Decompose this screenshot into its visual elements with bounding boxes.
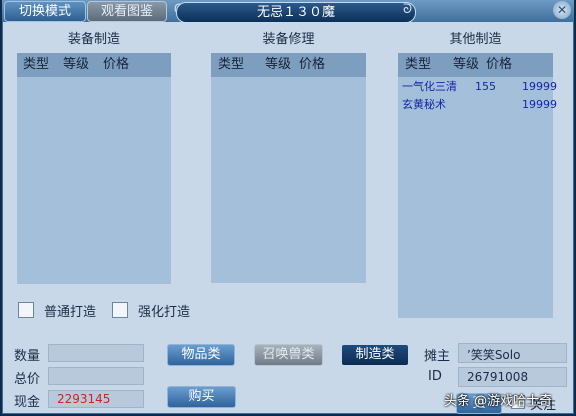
column-level: 等级: [265, 57, 292, 72]
repair-list[interactable]: 类型 等级 价格: [211, 53, 366, 283]
item-level: 155: [475, 80, 496, 93]
item-name: 玄黄秘术: [402, 98, 446, 111]
owner-name: ’笑笑Solo: [467, 348, 521, 362]
cash-value: 2293145: [57, 392, 111, 406]
list-item[interactable]: 玄黄秘术 19999: [398, 96, 557, 114]
item-price: 19999: [522, 98, 557, 111]
craft-heading: 装备制造: [67, 32, 120, 47]
owner-field: ’笑笑Solo: [458, 343, 567, 363]
column-type: 类型: [405, 57, 432, 72]
item-name: 一气化三清: [402, 80, 457, 93]
normal-craft-label: 普通打造: [44, 305, 97, 320]
quantity-input[interactable]: [48, 344, 144, 362]
column-level: 等级: [453, 57, 480, 72]
watermark: 头条 @游戏哈士奇: [444, 394, 553, 409]
window-title: 无忌１３０魔: [176, 2, 416, 23]
buy-button[interactable]: 购买: [167, 386, 236, 408]
summon-category-button[interactable]: 召唤兽类: [254, 344, 323, 366]
enhance-craft-checkbox[interactable]: [112, 302, 128, 318]
repair-heading: 装备修理: [262, 32, 315, 47]
tab-switch-mode[interactable]: 切换模式: [4, 1, 86, 22]
tab-view-catalog[interactable]: 观看图鉴: [87, 1, 167, 22]
id-value: 26791008: [467, 370, 529, 384]
total-price-field: [48, 367, 144, 385]
swirl-ornament-icon: ᘐ: [403, 2, 413, 17]
total-label: 总价: [14, 372, 41, 387]
items-category-button[interactable]: 物品类: [167, 344, 235, 366]
id-field: 26791008: [458, 367, 567, 387]
column-level: 等级: [63, 57, 90, 72]
id-label: ID: [428, 369, 442, 384]
craft-list[interactable]: 类型 等级 价格: [17, 53, 171, 284]
cash-field: 2293145: [48, 390, 144, 408]
other-list-header: 类型 等级 价格: [398, 53, 553, 77]
column-type: 类型: [23, 57, 50, 72]
other-list[interactable]: 类型 等级 价格 一气化三清 155 19999 玄黄秘术 19999: [398, 53, 557, 318]
column-price: 价格: [486, 57, 513, 72]
cash-label: 现金: [14, 395, 41, 410]
craft-list-header: 类型 等级 价格: [17, 53, 171, 77]
craft-category-button[interactable]: 制造类: [341, 344, 409, 366]
owner-label: 摊主: [424, 349, 451, 364]
quantity-label: 数量: [14, 349, 41, 364]
list-item[interactable]: 一气化三清 155 19999: [398, 78, 557, 96]
column-type: 类型: [218, 57, 245, 72]
other-heading: 其他制造: [449, 32, 502, 47]
column-price: 价格: [299, 57, 326, 72]
item-price: 19999: [522, 80, 557, 93]
enhance-craft-label: 强化打造: [138, 305, 191, 320]
normal-craft-checkbox[interactable]: [18, 302, 34, 318]
column-price: 价格: [103, 57, 130, 72]
repair-list-header: 类型 等级 价格: [211, 53, 366, 77]
close-icon[interactable]: ✕: [553, 1, 571, 19]
